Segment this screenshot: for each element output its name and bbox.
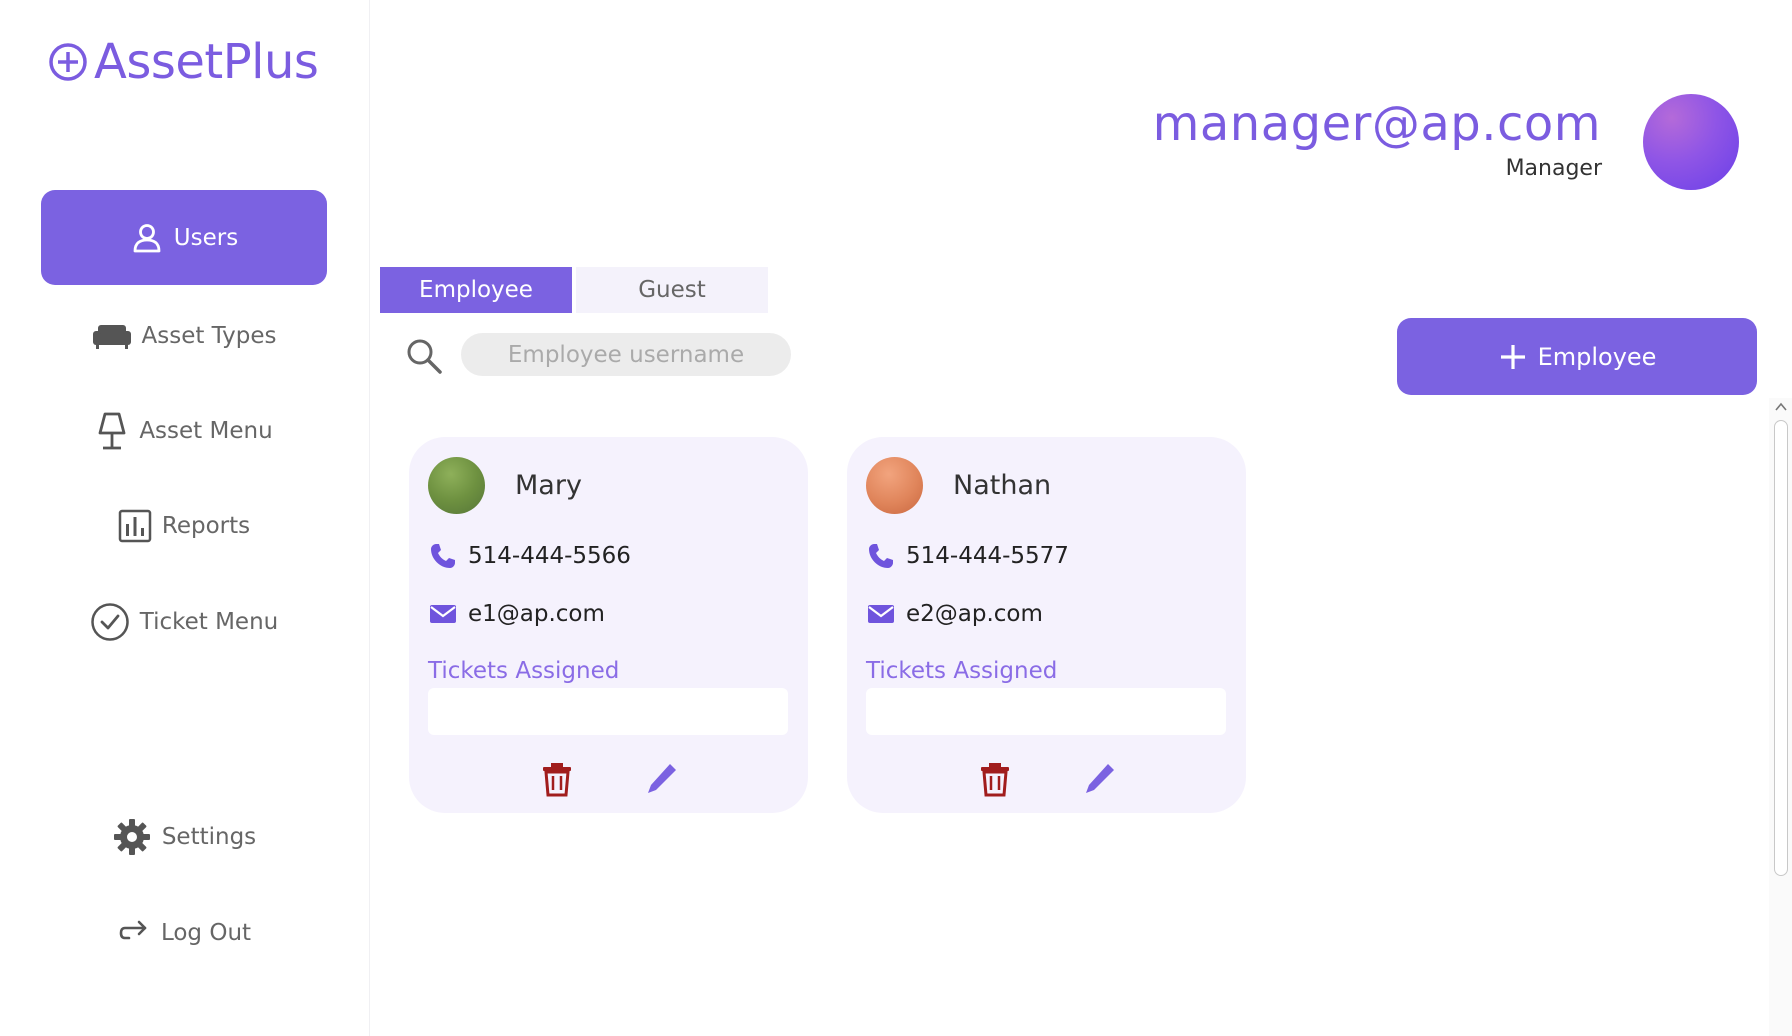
employee-phone-row: 514-444-5566 xyxy=(428,541,631,571)
avatar xyxy=(866,457,923,514)
user-email: manager@ap.com xyxy=(1152,96,1601,152)
sidebar-item-label: Log Out xyxy=(160,919,252,946)
delete-icon[interactable] xyxy=(978,761,1012,797)
pencil-icon[interactable] xyxy=(1083,761,1117,797)
pencil-icon[interactable] xyxy=(645,761,679,797)
sidebar: AssetPlus Users Asset Types Asset Menu R… xyxy=(0,0,370,1036)
sidebar-item-asset-types[interactable]: Asset Types xyxy=(41,288,327,383)
delete-icon[interactable] xyxy=(540,761,574,797)
bar-chart-icon xyxy=(118,509,152,542)
tickets-assigned-label: Tickets Assigned xyxy=(866,658,1058,684)
employee-email: e2@ap.com xyxy=(906,601,1043,627)
employee-email-row: e2@ap.com xyxy=(866,599,1043,629)
scrollbar-thumb[interactable] xyxy=(1774,420,1788,876)
employee-phone: 514-444-5577 xyxy=(906,543,1069,569)
sidebar-item-users[interactable]: Users xyxy=(41,190,327,285)
tickets-assigned-list xyxy=(866,688,1226,735)
employee-phone-row: 514-444-5577 xyxy=(866,541,1069,571)
phone-icon xyxy=(869,544,893,568)
plus-circle-icon xyxy=(49,43,87,81)
app-root: AssetPlus Users Asset Types Asset Menu R… xyxy=(0,0,1792,1036)
app-logo[interactable]: AssetPlus xyxy=(48,34,319,90)
add-employee-button[interactable]: Employee xyxy=(1397,318,1757,395)
tab-employee[interactable]: Employee xyxy=(380,267,572,313)
search-icon xyxy=(407,339,442,374)
employee-card: Mary 514-444-5566 e1@ap.com Tickets Assi… xyxy=(409,437,808,813)
plus-icon xyxy=(1500,344,1525,369)
sidebar-item-label: Asset Menu xyxy=(139,417,273,444)
sidebar-item-label: Users xyxy=(173,224,239,251)
sidebar-item-logout[interactable]: Log Out xyxy=(41,885,327,980)
user-role: Manager xyxy=(1505,156,1602,181)
tickets-assigned-list xyxy=(428,688,788,735)
tickets-assigned-label: Tickets Assigned xyxy=(428,658,620,684)
sidebar-item-label: Reports xyxy=(161,512,251,539)
user-icon xyxy=(133,223,161,252)
chevron-up-icon[interactable] xyxy=(1774,400,1788,414)
app-name: AssetPlus xyxy=(94,34,319,90)
avatar[interactable] xyxy=(1643,94,1739,190)
employee-name: Nathan xyxy=(953,470,1052,501)
employee-email: e1@ap.com xyxy=(468,601,605,627)
search-input[interactable] xyxy=(461,333,791,376)
sidebar-item-ticket-menu[interactable]: Ticket Menu xyxy=(41,574,327,669)
sofa-icon xyxy=(92,324,131,349)
check-circle-icon xyxy=(90,602,129,641)
sidebar-item-settings[interactable]: Settings xyxy=(41,789,327,884)
sidebar-item-reports[interactable]: Reports xyxy=(41,478,327,573)
vertical-scrollbar[interactable] xyxy=(1769,398,1792,1036)
gear-icon xyxy=(113,818,150,855)
sidebar-item-asset-menu[interactable]: Asset Menu xyxy=(41,383,327,478)
sidebar-item-label: Settings xyxy=(161,823,257,850)
employee-phone: 514-444-5566 xyxy=(468,543,631,569)
phone-icon xyxy=(431,544,455,568)
tab-guest[interactable]: Guest xyxy=(576,267,768,313)
avatar xyxy=(428,457,485,514)
sidebar-item-label: Asset Types xyxy=(141,322,277,349)
employee-name: Mary xyxy=(515,470,582,501)
employee-email-row: e1@ap.com xyxy=(428,599,605,629)
lamp-icon xyxy=(98,412,126,449)
mail-icon xyxy=(430,605,456,623)
logout-arrow-icon xyxy=(119,920,147,939)
mail-icon xyxy=(868,605,894,623)
add-employee-label: Employee xyxy=(1537,342,1657,371)
employee-card: Nathan 514-444-5577 e2@ap.com Tickets As… xyxy=(847,437,1246,813)
sidebar-item-label: Ticket Menu xyxy=(139,608,279,635)
